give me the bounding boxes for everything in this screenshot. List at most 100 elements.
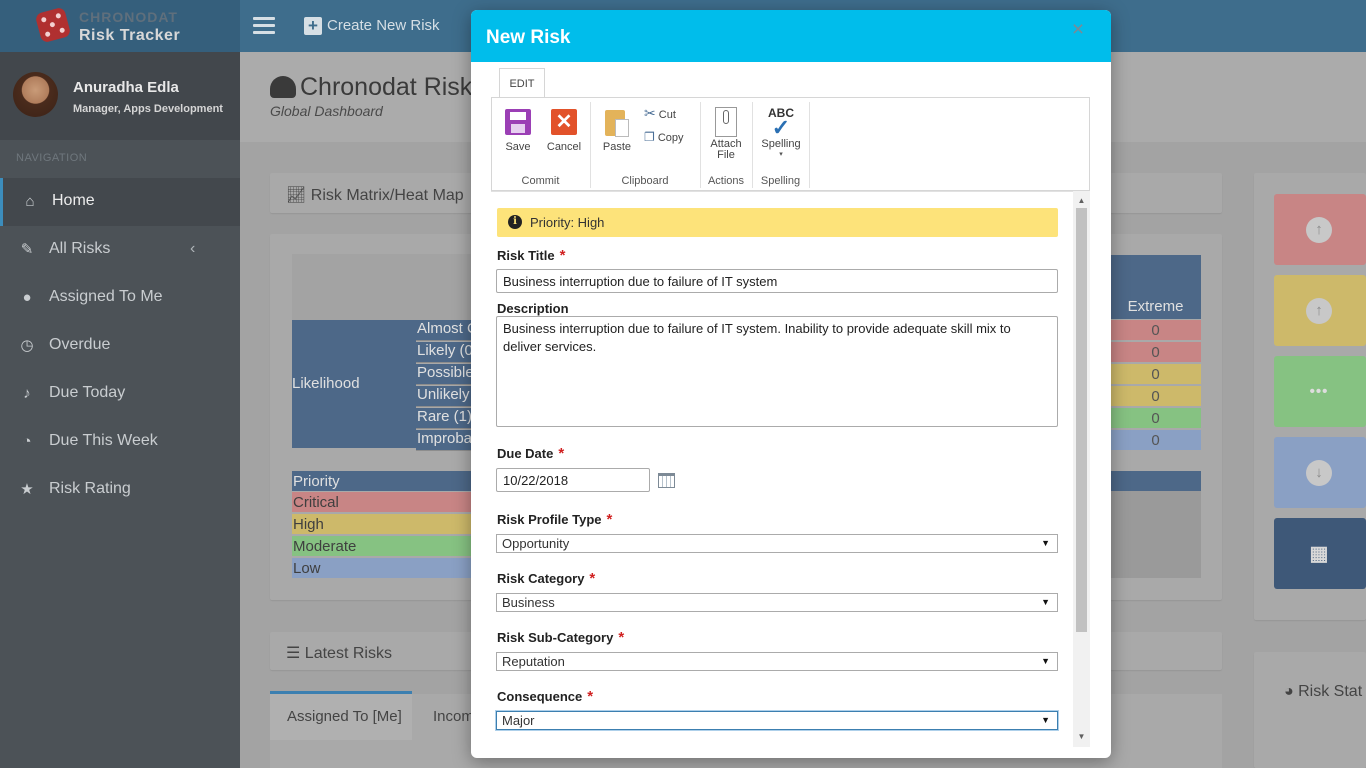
arrow-up-circle-icon: ↑ <box>1306 217 1332 243</box>
avatar[interactable] <box>13 72 58 117</box>
likelihood-row: Rare (1) <box>416 408 472 429</box>
chevron-down-icon: ▼ <box>1041 538 1050 548</box>
tab-edit[interactable]: EDIT <box>499 68 545 98</box>
sidebar-item-label: Overdue <box>49 336 111 353</box>
sidebar-item-all-risks[interactable]: ✎ All Risks ‹ <box>0 226 240 274</box>
priority-high: High <box>292 514 472 535</box>
ribbon-divider <box>809 102 810 188</box>
paste-icon <box>605 107 629 137</box>
chevron-left-icon: ‹ <box>190 240 196 257</box>
due-date-input[interactable]: 10/22/2018 <box>496 468 650 492</box>
risk-subcategory-label: Risk Sub-Category * <box>497 629 624 646</box>
sidebar-item-home[interactable]: ⌂ Home <box>0 178 240 226</box>
priority-critical: Critical <box>292 492 472 513</box>
new-risk-dialog: New Risk × EDIT Save ✕ Cancel Paste ✂ Cu… <box>471 10 1111 758</box>
chevron-down-icon: ▼ <box>1041 656 1050 666</box>
page-subtitle: Global Dashboard <box>270 103 383 119</box>
spelling-button[interactable]: ABC ✓ Spelling ▾ <box>759 106 803 158</box>
priority-moderate: Moderate <box>292 536 472 557</box>
risk-profile-type-select[interactable]: Opportunity ▼ <box>496 534 1058 553</box>
tile-critical[interactable]: ↑ <box>1274 194 1366 265</box>
arrow-up-circle-icon: ↑ <box>1306 298 1332 324</box>
sidebar-item-label: Due This Week <box>49 432 158 449</box>
extreme-header: Extreme (100) <box>1110 255 1201 335</box>
risk-title-input[interactable]: Business interruption due to failure of … <box>496 269 1058 293</box>
tile-moderate[interactable]: ••• <box>1274 356 1366 427</box>
heatmap-cell[interactable]: 0 <box>1110 386 1201 407</box>
likelihood-row: Likely (0 <box>416 342 472 363</box>
priority-banner-text: Priority: High <box>530 215 605 230</box>
risk-category-label: Risk Category * <box>497 570 595 587</box>
required-marker: * <box>587 688 594 705</box>
close-icon[interactable]: × <box>1069 18 1087 42</box>
heatmap-cell[interactable]: 0 <box>1110 430 1201 451</box>
tile-high[interactable]: ↑ <box>1274 275 1366 346</box>
clock-icon: ◷ <box>20 337 34 354</box>
arrow-down-circle-icon: ↓ <box>1306 460 1332 486</box>
heatmap-title-text: Risk Matrix/Heat Map <box>310 187 464 204</box>
scrollbar-thumb[interactable] <box>1076 208 1087 632</box>
description-textarea[interactable]: Business interruption due to failure of … <box>496 316 1058 427</box>
attach-file-button[interactable]: Attach File <box>707 107 745 161</box>
home-icon: ⌂ <box>25 193 35 210</box>
heatmap-cell[interactable]: 0 <box>1110 342 1201 363</box>
user-role: Manager, Apps Development <box>73 103 223 115</box>
required-marker: * <box>606 511 613 528</box>
tab-assigned-to-me[interactable]: Assigned To [Me] <box>270 694 412 740</box>
risk-category-select[interactable]: Business ▼ <box>496 593 1058 612</box>
copy-icon: ❐ <box>644 130 655 144</box>
consequence-select[interactable]: Major ▼ <box>496 711 1058 730</box>
risk-category-value: Business <box>502 595 555 610</box>
description-label: Description <box>497 301 569 316</box>
heatmap-cell[interactable]: 0 <box>1110 408 1201 429</box>
scroll-up-icon[interactable]: ▲ <box>1075 196 1088 205</box>
due-date-label-text: Due Date <box>497 446 554 461</box>
tab-incoming[interactable]: Incom <box>433 708 474 725</box>
create-new-risk-link[interactable]: Create New Risk <box>327 17 440 34</box>
risk-title-label-text: Risk Title <box>497 248 555 263</box>
sidebar-item-assigned[interactable]: ● Assigned To Me <box>0 274 240 322</box>
calendar-icon[interactable] <box>658 473 675 488</box>
sidebar-item-due-today[interactable]: ♪ Due Today <box>0 370 240 418</box>
chevron-down-icon: ▼ <box>1041 597 1050 607</box>
heatmap-cell[interactable]: 0 <box>1110 364 1201 385</box>
risk-title-label: Risk Title * <box>497 247 565 264</box>
risk-profile-type-label: Risk Profile Type * <box>497 511 612 528</box>
brand-name: CHRONODAT <box>79 9 178 25</box>
ribbon-group-commit: Commit <box>521 175 560 187</box>
plus-square-icon[interactable]: + <box>304 17 322 35</box>
ribbon-group-actions: Actions <box>707 175 745 187</box>
sidebar-item-label: Home <box>52 192 95 209</box>
paste-label: Paste <box>602 141 632 153</box>
tile-low[interactable]: ↓ <box>1274 437 1366 508</box>
info-icon: i <box>508 215 522 229</box>
risk-subcategory-value: Reputation <box>502 654 565 669</box>
cut-button[interactable]: ✂ Cut <box>644 105 676 122</box>
scroll-down-icon[interactable]: ▼ <box>1075 732 1088 741</box>
copy-button[interactable]: ❐ Copy <box>644 130 684 144</box>
risk-stats-title: ◕ Risk Stat <box>1284 683 1362 701</box>
star-icon: ★ <box>20 481 34 498</box>
cancel-button[interactable]: ✕ Cancel <box>546 109 582 153</box>
save-button[interactable]: Save <box>503 109 533 153</box>
heatmap-cell[interactable]: 0 <box>1110 320 1201 341</box>
sidebar-item-due-week[interactable]: ◔ Due This Week <box>0 418 240 466</box>
pie-chart-icon: ◔ <box>22 433 32 450</box>
risk-subcategory-select[interactable]: Reputation ▼ <box>496 652 1058 671</box>
list-icon: ☰ <box>286 645 301 662</box>
app-logo[interactable]: CHRONODAT Risk Tracker <box>0 0 240 52</box>
consequence-label: Consequence * <box>497 688 593 705</box>
risk-stats-card: ◕ Risk Stat <box>1254 652 1366 768</box>
ribbon-group-spelling: Spelling <box>760 175 801 187</box>
paste-button[interactable]: Paste <box>601 107 633 153</box>
dice-logo-icon <box>34 6 72 44</box>
user-icon: ● <box>22 289 32 306</box>
tile-all[interactable]: ▦ <box>1274 518 1366 589</box>
sidebar-item-overdue[interactable]: ◷ Overdue <box>0 322 240 370</box>
cancel-label: Cancel <box>546 141 582 153</box>
ellipsis-icon: ••• <box>1309 383 1329 400</box>
priority-header: Priority <box>292 471 472 492</box>
menu-toggle-icon[interactable] <box>253 17 275 35</box>
sidebar-item-risk-rating[interactable]: ★ Risk Rating <box>0 466 240 514</box>
priority-low: Low <box>292 558 472 579</box>
